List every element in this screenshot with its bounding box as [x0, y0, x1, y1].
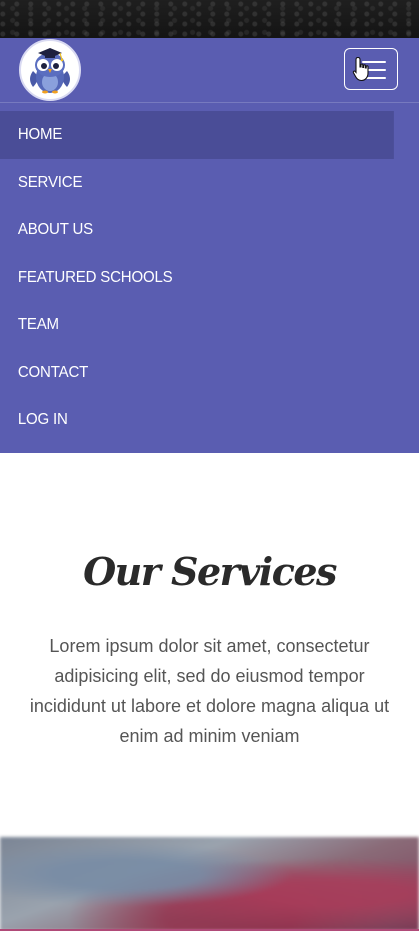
- nav-item-service[interactable]: SERVICE: [0, 159, 394, 207]
- nav-menu: HOME SERVICE ABOUT US FEATURED SCHOOLS T…: [0, 111, 419, 444]
- nav-item-about-us[interactable]: ABOUT US: [0, 206, 394, 254]
- navbar-toggle-button[interactable]: [344, 48, 398, 90]
- site-logo[interactable]: [19, 39, 81, 101]
- services-description: Lorem ipsum dolor sit amet, consectetur …: [29, 636, 390, 746]
- nav-item-contact[interactable]: CONTACT: [0, 349, 394, 397]
- navbar-header: [0, 38, 419, 103]
- nav-item-team[interactable]: TEAM: [0, 301, 394, 349]
- hero-image-strip: [0, 0, 419, 38]
- hamburger-menu-icon: [362, 61, 386, 79]
- services-title: Our Services: [83, 549, 337, 594]
- nav-item-log-in[interactable]: LOG IN: [0, 396, 394, 444]
- owl-graduation-cap-icon: [30, 48, 70, 94]
- main-navbar: HOME SERVICE ABOUT US FEATURED SCHOOLS T…: [0, 38, 419, 453]
- nav-item-home[interactable]: HOME: [0, 111, 394, 159]
- section-background-image: [0, 837, 419, 931]
- nav-item-featured-schools[interactable]: FEATURED SCHOOLS: [0, 254, 394, 302]
- services-section: Our Services Lorem ipsum dolor sit amet,…: [0, 453, 419, 837]
